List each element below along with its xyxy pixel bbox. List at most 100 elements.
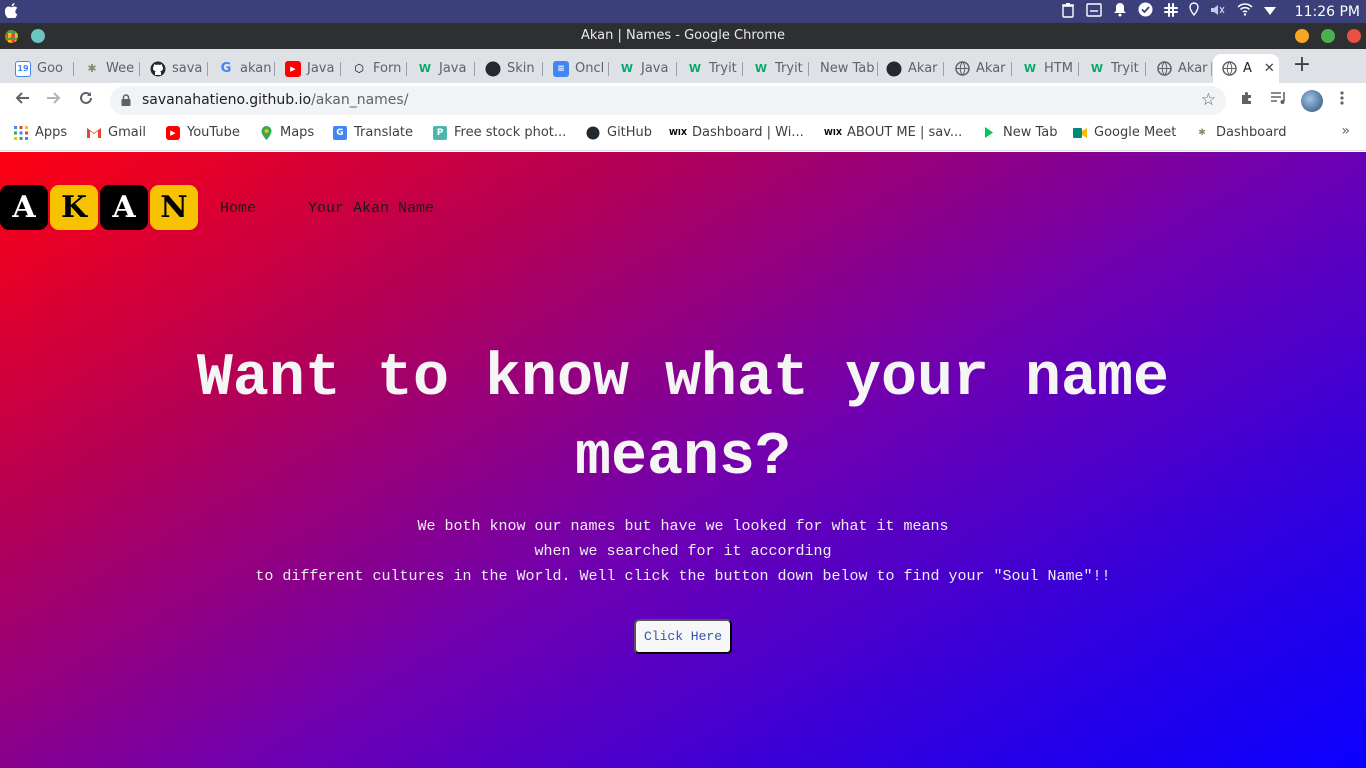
gmail-icon <box>87 126 101 140</box>
dropdown-icon[interactable] <box>1264 4 1276 19</box>
bookmark-translate[interactable]: G Translate <box>333 125 413 140</box>
palm-icon: ✱ <box>87 62 97 75</box>
bell-icon[interactable] <box>1113 2 1127 21</box>
wix-icon: WIX <box>669 128 687 137</box>
lock-icon[interactable] <box>121 94 131 106</box>
github-icon <box>886 61 902 77</box>
maximize-button[interactable] <box>1321 29 1335 43</box>
akan-logo[interactable]: A K A N <box>0 185 198 230</box>
youtube-icon: ▶ <box>166 125 180 140</box>
bookmark-maps[interactable]: Maps <box>259 125 314 140</box>
intro-paragraph: We both know our names but have we looke… <box>100 514 1266 589</box>
globe-icon <box>1156 61 1172 77</box>
new-tab-button[interactable]: + <box>1291 53 1313 79</box>
close-window-button[interactable] <box>1347 29 1361 43</box>
bookmark-youtube[interactable]: ▶ YouTube <box>166 125 240 140</box>
hero-line: means? <box>574 424 792 492</box>
tab-label: Goo <box>37 61 63 76</box>
minimize-button[interactable] <box>1295 29 1309 43</box>
extensions-puzzle-icon[interactable] <box>1239 90 1255 110</box>
clock[interactable]: 11:26 PM <box>1295 4 1360 20</box>
tab[interactable]: W Tryit <box>1089 54 1146 83</box>
meet-icon <box>1073 126 1087 140</box>
tab[interactable]: Akar <box>886 54 944 83</box>
slack-icon[interactable] <box>1164 2 1178 21</box>
bookmark-google-meet[interactable]: Google Meet <box>1073 125 1176 140</box>
youtube-icon: ▶ <box>285 60 301 77</box>
volume-icon[interactable] <box>1210 3 1226 21</box>
tab[interactable]: ✱ Wee <box>84 54 140 83</box>
tab-label: Akar <box>908 61 938 76</box>
tab[interactable]: ⬡ Forn <box>351 54 407 83</box>
logo-tile: K <box>50 185 98 230</box>
tab[interactable]: W Tryit <box>753 54 809 83</box>
window-icon[interactable] <box>1086 2 1102 21</box>
bookmark-new-tab[interactable]: New Tab <box>982 125 1058 140</box>
tab[interactable]: 19 Goo <box>15 54 74 83</box>
bookmark-star-icon[interactable]: ☆ <box>1201 90 1216 110</box>
reload-icon[interactable] <box>74 89 98 113</box>
url-path: /akan_names/ <box>311 92 409 108</box>
google-calendar-icon: 19 <box>15 60 31 77</box>
w3schools-icon: W <box>688 62 702 75</box>
tab-active[interactable]: A ✕ <box>1213 54 1279 83</box>
google-icon: G <box>220 61 232 76</box>
tab[interactable]: G akan <box>218 54 275 83</box>
tab-label: Skin <box>507 61 535 76</box>
page-content: A K A N Home Your Akan Name Want to know… <box>0 152 1366 768</box>
media-control-icon[interactable] <box>1270 90 1288 109</box>
w3schools-icon: W <box>1090 62 1104 75</box>
bookmark-about-me[interactable]: WIX ABOUT ME | sav... <box>824 125 962 140</box>
more-menu-icon[interactable] <box>1340 90 1344 110</box>
tab-label: Oncl <box>575 61 605 76</box>
nav-your-akan-name-link[interactable]: Your Akan Name <box>308 200 434 217</box>
profile-avatar[interactable] <box>1301 90 1323 112</box>
tab[interactable]: Akar <box>954 54 1012 83</box>
check-circle-icon[interactable] <box>1138 2 1153 21</box>
nav-home-link[interactable]: Home <box>220 200 256 217</box>
bookmarks-bar: Apps Gmail ▶ YouTube Maps G Translate P … <box>0 118 1366 151</box>
github-icon <box>150 61 166 77</box>
tab-label: akan <box>240 61 272 76</box>
tab[interactable]: Akar <box>1156 54 1212 83</box>
bookmark-gmail[interactable]: Gmail <box>87 125 146 140</box>
apple-menu-icon[interactable] <box>4 3 18 22</box>
bookmark-apps[interactable]: Apps <box>14 125 67 140</box>
click-here-button[interactable]: Click Here <box>634 619 732 654</box>
tab[interactable]: Skin <box>485 54 543 83</box>
location-icon[interactable] <box>1189 2 1199 21</box>
bookmark-github[interactable]: GitHub <box>586 125 652 140</box>
window-title: Akan | Names - Google Chrome <box>580 28 786 43</box>
bookmark-label: Translate <box>354 125 414 140</box>
forward-arrow-icon[interactable] <box>42 89 66 113</box>
globe-icon <box>1221 61 1237 77</box>
wifi-icon[interactable] <box>1237 3 1253 20</box>
tab[interactable]: W Tryit <box>687 54 743 83</box>
back-arrow-icon[interactable] <box>10 89 34 113</box>
tab[interactable]: sava <box>150 54 208 83</box>
tab-label: Akar <box>976 61 1006 76</box>
more-bookmarks-chevron-icon[interactable]: » <box>1341 123 1350 139</box>
tab[interactable]: ▶ Java <box>285 54 341 83</box>
tab[interactable]: W Java <box>619 54 677 83</box>
bookmark-label: Apps <box>35 125 68 140</box>
apps-grid-icon <box>14 125 28 140</box>
url-text[interactable]: savanahatieno.github.io/akan_names/ <box>142 92 408 108</box>
tab-label: Tryit <box>709 61 737 76</box>
intro-line: to different cultures in the World. Well… <box>255 568 1111 585</box>
tab[interactable]: New Tab <box>820 54 878 83</box>
docs-icon: ≡ <box>553 60 569 77</box>
bookmark-free-stock-photos[interactable]: P Free stock phot... <box>433 125 566 140</box>
bookmark-label: Free stock phot... <box>454 125 567 140</box>
close-tab-icon[interactable]: ✕ <box>1264 61 1275 76</box>
tab-label: Java <box>439 61 467 76</box>
globe-icon <box>954 61 970 77</box>
trash-icon[interactable] <box>1061 2 1075 22</box>
bookmark-dashboard[interactable]: ✱ Dashboard <box>1195 125 1286 140</box>
window-title-bar: Akan | Names - Google Chrome <box>0 23 1366 49</box>
bookmark-wix-dashboard[interactable]: WIX Dashboard | Wi... <box>669 125 804 140</box>
tab[interactable]: W HTM <box>1022 54 1079 83</box>
tab[interactable]: ≡ Oncl <box>553 54 609 83</box>
address-bar[interactable]: savanahatieno.github.io/akan_names/ ☆ <box>110 86 1226 115</box>
tab[interactable]: W Java <box>417 54 475 83</box>
